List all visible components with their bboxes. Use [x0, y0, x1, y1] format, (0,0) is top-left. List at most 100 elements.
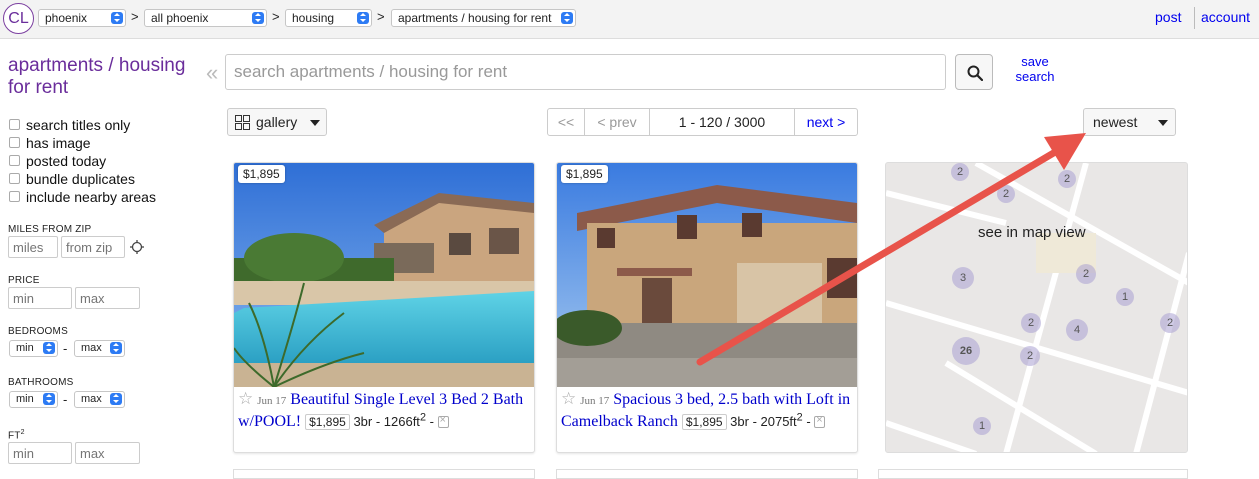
listing-price: $1,895: [681, 414, 727, 430]
map-cluster: 1: [1116, 288, 1134, 306]
favorite-star-icon[interactable]: ☆: [561, 389, 576, 408]
breadcrumb-separator: >: [272, 9, 280, 24]
select-arrows-icon: [357, 12, 369, 24]
checkbox-label: include nearby areas: [26, 189, 156, 205]
map-cluster: 3: [952, 267, 974, 289]
breadcrumb-separator: >: [131, 9, 139, 24]
select-value: min: [16, 342, 34, 354]
listing-meta: $1,895 3br - 2075ft2 -: [681, 412, 826, 430]
listing-price: $1,895: [305, 414, 350, 430]
hide-listing-icon[interactable]: [437, 414, 449, 428]
price-badge: $1,895: [561, 165, 608, 183]
checkbox[interactable]: [9, 119, 20, 130]
checkbox[interactable]: [9, 191, 20, 202]
locate-icon[interactable]: [130, 240, 144, 254]
listing-card[interactable]: $1,895 ☆ Jun 17 Spacious 3 bed, 2.5 bath…: [556, 162, 858, 453]
search-button[interactable]: [955, 54, 993, 90]
range-dash: -: [63, 392, 68, 407]
save-search-line2: search: [1015, 69, 1055, 84]
listing-info: ☆ Jun 17 Beautiful Single Level 3 Bed 2 …: [238, 389, 532, 433]
bathrooms-min-select[interactable]: min: [9, 391, 58, 408]
checkbox[interactable]: [9, 155, 20, 166]
checkbox-label: search titles only: [26, 117, 131, 133]
listing-card-partial[interactable]: [878, 469, 1188, 479]
breadcrumb-label: apartments / housing for rent: [398, 11, 552, 25]
zip-input[interactable]: [61, 236, 125, 258]
search-icon: [967, 65, 983, 81]
listing-card[interactable]: $1,895 ☆ Jun 17 Beautiful Single Level 3…: [233, 162, 535, 453]
collapse-sidebar-icon[interactable]: «: [206, 60, 218, 86]
select-arrows-icon: [111, 12, 123, 24]
map-cluster: 4: [1066, 319, 1088, 341]
listing-details: 3br - 1266ft: [353, 414, 420, 429]
checkbox-label: bundle duplicates: [26, 171, 135, 187]
map-cluster: 2: [951, 163, 969, 181]
ft2-min-input[interactable]: [8, 442, 72, 464]
gallery-grid-icon: [235, 115, 250, 130]
map-view-label[interactable]: see in map view: [978, 224, 1086, 241]
breadcrumb-label: housing: [292, 11, 335, 25]
breadcrumb-area-select[interactable]: all phoenix: [144, 9, 267, 27]
map-cluster: 2: [997, 185, 1015, 203]
bathrooms-max-select[interactable]: max: [74, 391, 125, 408]
sort-select[interactable]: newest: [1083, 108, 1176, 136]
miles-from-zip-label: MILES FROM ZIP: [8, 224, 92, 235]
breadcrumb-subcategory-select[interactable]: apartments / housing for rent: [391, 9, 576, 27]
price-badge: $1,895: [238, 165, 285, 183]
map-view-card[interactable]: 2 2 2 3 2 1 2 4 2 26 2 1: [885, 162, 1188, 453]
first-page-button[interactable]: <<: [547, 108, 585, 136]
map-cluster: 2: [1058, 170, 1076, 188]
bedrooms-max-select[interactable]: max: [74, 340, 125, 357]
listing-details-tail: -: [802, 414, 811, 429]
next-page-button[interactable]: next >: [794, 108, 858, 136]
map-cluster: 1: [973, 417, 991, 435]
select-value: min: [16, 393, 34, 405]
checkbox[interactable]: [9, 137, 20, 148]
listing-info: ☆ Jun 17 Spacious 3 bed, 2.5 bath with L…: [561, 389, 855, 433]
square-feet-label: FT2: [8, 429, 25, 441]
miles-input[interactable]: [8, 236, 58, 258]
square-feet-label-text: FT: [8, 430, 21, 442]
select-arrows-icon: [252, 12, 264, 24]
prev-page-button[interactable]: < prev: [584, 108, 650, 136]
save-search-line1: save: [1021, 54, 1049, 69]
top-divider: [1194, 7, 1195, 29]
chevron-down-icon: [310, 120, 320, 126]
bathrooms-label: BATHROOMS: [8, 377, 74, 388]
view-mode-select[interactable]: gallery: [227, 108, 327, 136]
listing-photo[interactable]: [234, 163, 534, 387]
ft2-max-input[interactable]: [75, 442, 140, 464]
listing-photo[interactable]: [557, 163, 857, 387]
post-link[interactable]: post: [1155, 9, 1181, 25]
view-mode-label: gallery: [256, 114, 298, 130]
checkbox[interactable]: [9, 173, 20, 184]
listing-card-partial[interactable]: [233, 469, 535, 479]
bedrooms-label: BEDROOMS: [8, 326, 68, 337]
price-min-input[interactable]: [8, 287, 72, 309]
map-cluster: 2: [1021, 313, 1041, 333]
hide-listing-icon[interactable]: [814, 414, 826, 428]
select-arrows-icon: [43, 342, 55, 354]
map-background: [886, 163, 1187, 452]
range-dash: -: [63, 341, 68, 356]
search-input[interactable]: [225, 54, 946, 90]
breadcrumb-separator: >: [377, 9, 385, 24]
breadcrumb-category-select[interactable]: housing: [285, 9, 372, 27]
select-arrows-icon: [110, 393, 122, 405]
favorite-star-icon[interactable]: ☆: [238, 389, 253, 408]
select-value: max: [81, 393, 102, 405]
listing-details: 3br - 2075ft: [730, 414, 797, 429]
chevron-down-icon: [1158, 120, 1168, 126]
map-cluster: 2: [1076, 264, 1096, 284]
listing-date: Jun 17: [257, 395, 287, 407]
listing-card-partial[interactable]: [556, 469, 858, 479]
craigslist-logo[interactable]: CL: [3, 3, 34, 34]
listing-details-tail: -: [425, 414, 434, 429]
listing-meta: $1,895 3br - 1266ft2 -: [305, 412, 449, 430]
price-max-input[interactable]: [75, 287, 140, 309]
map-cluster: 2: [1160, 313, 1180, 333]
breadcrumb-city-select[interactable]: phoenix: [38, 9, 126, 27]
account-link[interactable]: account: [1201, 9, 1250, 25]
bedrooms-min-select[interactable]: min: [9, 340, 58, 357]
save-search-link[interactable]: save search: [1011, 54, 1059, 84]
